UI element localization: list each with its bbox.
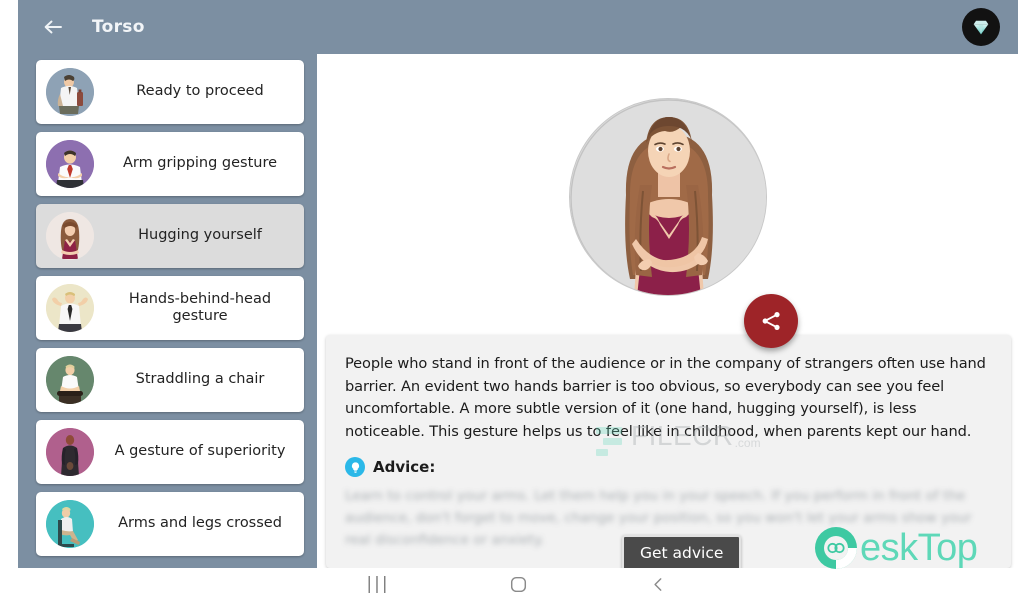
sidebar-item-label: Arm gripping gesture [122,155,278,172]
app-root: Torso Ready to proceed Arm gripping gest… [0,0,1036,600]
recents-icon: ||| [366,574,390,594]
avatar-man-briefcase-icon [46,68,94,116]
sidebar-item-label: Arms and legs crossed [118,515,282,532]
description-text: People who stand in front of the audienc… [345,355,986,440]
woman-hugging-herself-illustration [569,99,766,295]
share-button[interactable] [744,294,798,348]
avatar-woman-hug-icon [46,212,94,260]
sidebar-item-arms-and-legs-crossed[interactable]: Arms and legs crossed [36,492,304,556]
page-title: Torso [92,17,145,37]
avatar-legs-crossed-icon [46,500,94,548]
detail-pane: People who stand in front of the audienc… [317,54,1018,568]
sidebar-item-label: Hugging yourself [138,227,262,244]
nav-recents-button[interactable]: ||| [308,574,448,594]
sidebar-item-straddling-a-chair[interactable]: Straddling a chair [36,348,304,412]
avatar-man-chair-icon [46,356,94,404]
advice-label: Advice: [373,458,436,477]
premium-button[interactable] [962,8,1000,46]
avatar-man-hands-head-icon [46,284,94,332]
description-card: People who stand in front of the audienc… [326,335,1011,568]
back-chevron-icon [653,577,661,591]
gesture-list-sidebar[interactable]: Ready to proceed Arm gripping gesture Hu… [22,54,313,568]
arrow-left-icon [44,20,62,34]
sidebar-item-label: Straddling a chair [135,371,265,388]
avatar-man-tie-icon [46,140,94,188]
get-advice-button[interactable]: Get advice [622,535,742,568]
nav-back-button[interactable] [588,576,728,593]
hero-illustration [568,98,767,296]
android-nav-bar: ||| [0,568,1036,600]
home-circle-icon [510,576,526,592]
lightbulb-icon [345,457,365,478]
sidebar-item-label: Ready to proceed [136,83,264,100]
phone-screen: Torso Ready to proceed Arm gripping gest… [18,0,1018,568]
share-icon [762,312,780,330]
app-bar: Torso [18,0,1018,54]
sidebar-item-arm-gripping-gesture[interactable]: Arm gripping gesture [36,132,304,196]
diamond-icon [973,20,989,35]
avatar-superiority-icon [46,428,94,476]
sidebar-item-hands-behind-head-gesture[interactable]: Hands-behind-head gesture [36,276,304,340]
hero-area [317,54,1018,338]
back-button[interactable] [36,10,70,44]
sidebar-item-hugging-yourself[interactable]: Hugging yourself [36,204,304,268]
sidebar-item-ready-to-proceed[interactable]: Ready to proceed [36,60,304,124]
sidebar-item-label: A gesture of superiority [114,443,286,460]
sidebar-item-label: Hands-behind-head gesture [128,290,272,324]
sidebar-item-a-gesture-of-superiority[interactable]: A gesture of superiority [36,420,304,484]
nav-home-button[interactable] [448,576,588,593]
advice-header: Advice: [345,457,992,478]
